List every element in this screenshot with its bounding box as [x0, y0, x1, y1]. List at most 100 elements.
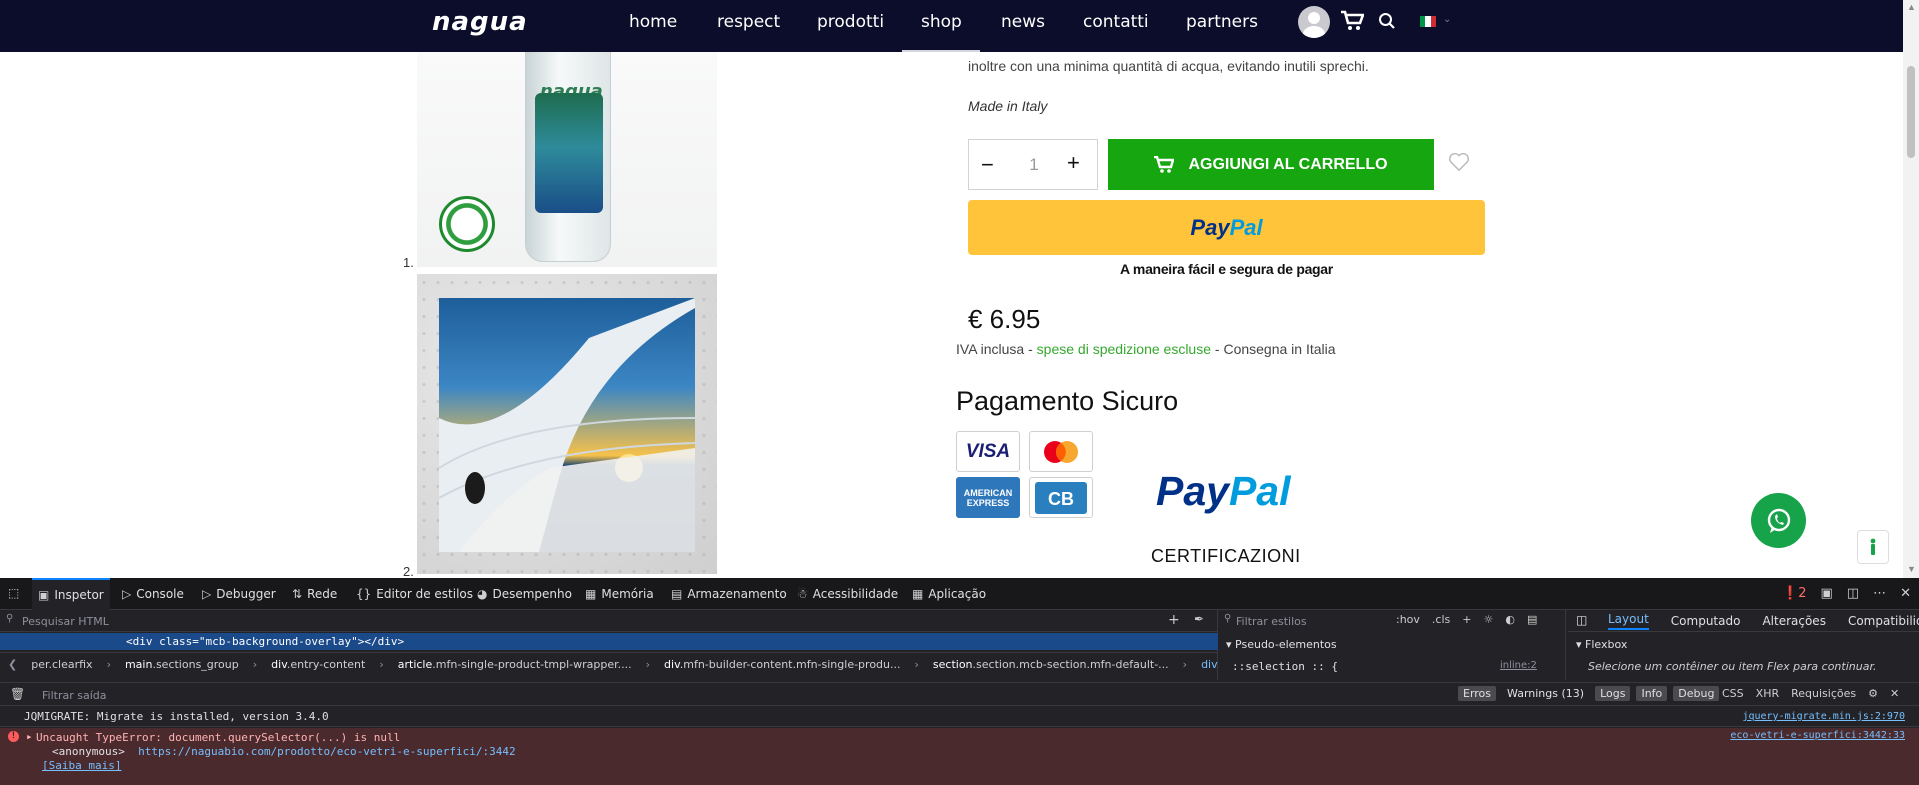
scroll-down-arrow-icon[interactable]: ▼: [1907, 564, 1916, 574]
tab-console[interactable]: ▷ Console: [122, 578, 184, 610]
paypal-checkout-button[interactable]: Pay Pal: [968, 200, 1485, 255]
error-count-badge[interactable]: ❗2: [1782, 586, 1806, 601]
user-avatar-icon[interactable]: [1298, 6, 1330, 38]
learn-more-link[interactable]: [Saiba mais]: [42, 758, 121, 773]
breadcrumb-item[interactable]: per.clearfix: [31, 658, 92, 671]
breadcrumb-left-arrow-icon[interactable]: ❮: [8, 658, 17, 671]
breadcrumb-item-active[interactable]: div.mcb-background-overlay: [1201, 658, 1218, 671]
tab-memory-label: Memória: [601, 587, 654, 601]
add-rule-icon[interactable]: +: [1462, 613, 1471, 626]
stack-url-link[interactable]: https://naguabio.com/prodotto/eco-vetri-…: [138, 745, 516, 758]
close-devtools-icon[interactable]: ✕: [1900, 586, 1911, 601]
tab-computed[interactable]: Computado: [1671, 614, 1741, 628]
tab-style-editor[interactable]: {} Editor de estilos: [356, 578, 473, 610]
dock-icon[interactable]: ◫: [1847, 586, 1859, 601]
filter-info[interactable]: Info: [1636, 686, 1668, 701]
nav-prodotti[interactable]: prodotti: [817, 12, 884, 32]
filter-styles-input[interactable]: [1236, 613, 1396, 629]
tab-accessibility[interactable]: ☃ Acessibilidade: [797, 578, 898, 610]
filter-errors[interactable]: Erros: [1458, 686, 1497, 701]
devtools-panel: ⬚ ▣ Inspetor ▷ Console ▷ Debugger ⇅ Rede {} E…: [0, 578, 1919, 785]
page-scrollbar[interactable]: ▲ ▼: [1903, 0, 1919, 578]
tab-changes[interactable]: Alterações: [1762, 614, 1826, 628]
hover-state-toggle[interactable]: :hov: [1396, 613, 1420, 626]
filter-css[interactable]: CSS: [1722, 687, 1744, 700]
italy-flag-icon[interactable]: [1420, 16, 1436, 27]
nav-shop[interactable]: shop: [921, 12, 962, 32]
quantity-plus-button[interactable]: +: [1067, 150, 1080, 176]
add-to-cart-button[interactable]: AGGIUNGI AL CARRELLO: [1108, 139, 1434, 190]
breadcrumb-item[interactable]: article.mfn-single-product-tmpl-wrapper.…: [398, 658, 632, 671]
filter-debug[interactable]: Debug: [1673, 686, 1720, 701]
flexbox-label: Flexbox: [1585, 638, 1628, 651]
html-search-input[interactable]: [8, 613, 908, 629]
nav-news[interactable]: news: [1001, 12, 1045, 32]
nav-contatti[interactable]: contatti: [1083, 12, 1149, 32]
product-image-boat[interactable]: [417, 274, 717, 574]
filter-styles-icon: ⚲: [1224, 613, 1232, 624]
clear-console-icon[interactable]: 🗑: [10, 687, 25, 701]
error-source-link[interactable]: eco-vetri-e-superfici:3442:33: [1730, 730, 1905, 741]
tab-application[interactable]: ▦ Aplicação: [912, 578, 986, 610]
more-options-icon[interactable]: ⋯: [1873, 586, 1886, 601]
search-icon[interactable]: [1378, 12, 1396, 30]
scrollbar-thumb[interactable]: [1907, 66, 1915, 158]
quantity-minus-button[interactable]: −: [981, 152, 994, 178]
page: nagua 1. 2. inoltre con una minima quant…: [0, 0, 1919, 785]
breadcrumb-class: .mfn-builder-content.mfn-single-produ...: [679, 658, 901, 671]
filter-xhr[interactable]: XHR: [1756, 687, 1779, 700]
html-breadcrumbs: ❮ per.clearfix › main.sections_group › d…: [0, 652, 1218, 676]
tab-storage[interactable]: ▤ Armazenamento: [671, 578, 787, 610]
add-node-icon[interactable]: +: [1168, 612, 1180, 628]
tab-network[interactable]: ⇅ Rede: [292, 578, 337, 610]
breadcrumb-item[interactable]: div.mfn-builder-content.mfn-single-produ…: [664, 658, 900, 671]
tab-compatibility[interactable]: Compatibilida: [1848, 614, 1919, 628]
light-theme-icon[interactable]: ☼: [1483, 613, 1493, 626]
nav-respect[interactable]: respect: [717, 12, 780, 32]
site-logo[interactable]: nagua: [432, 7, 528, 37]
print-media-icon[interactable]: ▤: [1527, 613, 1537, 626]
tab-performance[interactable]: ◕ Desempenho: [477, 578, 572, 610]
scroll-up-arrow-icon[interactable]: ▲: [1907, 2, 1916, 12]
nav-home[interactable]: home: [629, 12, 677, 32]
tab-memory[interactable]: ▦ Memória: [585, 578, 654, 610]
sidebar-toggle-icon[interactable]: ◫: [1576, 613, 1587, 627]
whatsapp-chat-button[interactable]: [1751, 493, 1806, 548]
tab-inspector[interactable]: ▣ Inspetor: [32, 578, 110, 610]
console-error-message: ! ▸ Uncaught TypeError: document.querySe…: [0, 728, 1919, 785]
breadcrumb-item[interactable]: div.entry-content: [271, 658, 365, 671]
accessibility-button[interactable]: [1857, 530, 1889, 564]
expand-error-icon[interactable]: ▸: [26, 730, 33, 743]
console-settings-gear-icon[interactable]: ⚙: [1868, 687, 1878, 700]
flexbox-section-header[interactable]: ▾ Flexbox: [1576, 638, 1627, 651]
breadcrumb-item[interactable]: section.section.mcb-section.mfn-default-…: [933, 658, 1169, 671]
language-chevron-down-icon[interactable]: ⌄: [1443, 14, 1451, 25]
tab-layout[interactable]: Layout: [1608, 612, 1649, 630]
element-picker-icon[interactable]: ⬚: [8, 586, 19, 600]
filter-logs[interactable]: Logs: [1595, 686, 1631, 701]
filter-warnings[interactable]: Warnings (13): [1502, 686, 1589, 701]
eyedropper-icon[interactable]: ✒: [1194, 612, 1204, 626]
tab-debugger[interactable]: ▷ Debugger: [202, 578, 276, 610]
inline-source-link[interactable]: inline:2: [1500, 660, 1537, 671]
breadcrumb-item[interactable]: main.sections_group: [125, 658, 239, 671]
network-icon: ⇅: [292, 587, 303, 601]
dark-theme-icon[interactable]: ◐: [1505, 613, 1515, 626]
site-navbar: nagua home respect prodotti shop news co…: [0, 0, 1903, 52]
console-filter-input[interactable]: [32, 687, 432, 703]
class-toggle[interactable]: .cls: [1432, 613, 1450, 626]
product-image-bottle[interactable]: nagua: [417, 40, 717, 267]
tab-network-label: Rede: [307, 587, 338, 601]
selected-html-node[interactable]: <div class="mcb-background-overlay"></di…: [0, 633, 1218, 650]
shipping-costs-link[interactable]: spese di spedizione escluse: [1037, 341, 1211, 357]
filter-requests[interactable]: Requisições: [1791, 687, 1856, 700]
nav-partners[interactable]: partners: [1186, 12, 1258, 32]
quantity-input[interactable]: [1011, 152, 1057, 178]
add-to-cart-label: AGGIUNGI AL CARRELLO: [1188, 155, 1388, 173]
pseudo-elements-header[interactable]: ▾ Pseudo-elementos: [1226, 638, 1337, 651]
responsive-mode-icon[interactable]: ▣: [1821, 586, 1833, 601]
close-split-console-icon[interactable]: ✕: [1890, 687, 1899, 700]
wishlist-heart-icon[interactable]: [1448, 152, 1470, 172]
log-source-link[interactable]: jquery-migrate.min.js:2:970: [1742, 707, 1905, 727]
shopping-cart-icon[interactable]: [1340, 10, 1364, 32]
